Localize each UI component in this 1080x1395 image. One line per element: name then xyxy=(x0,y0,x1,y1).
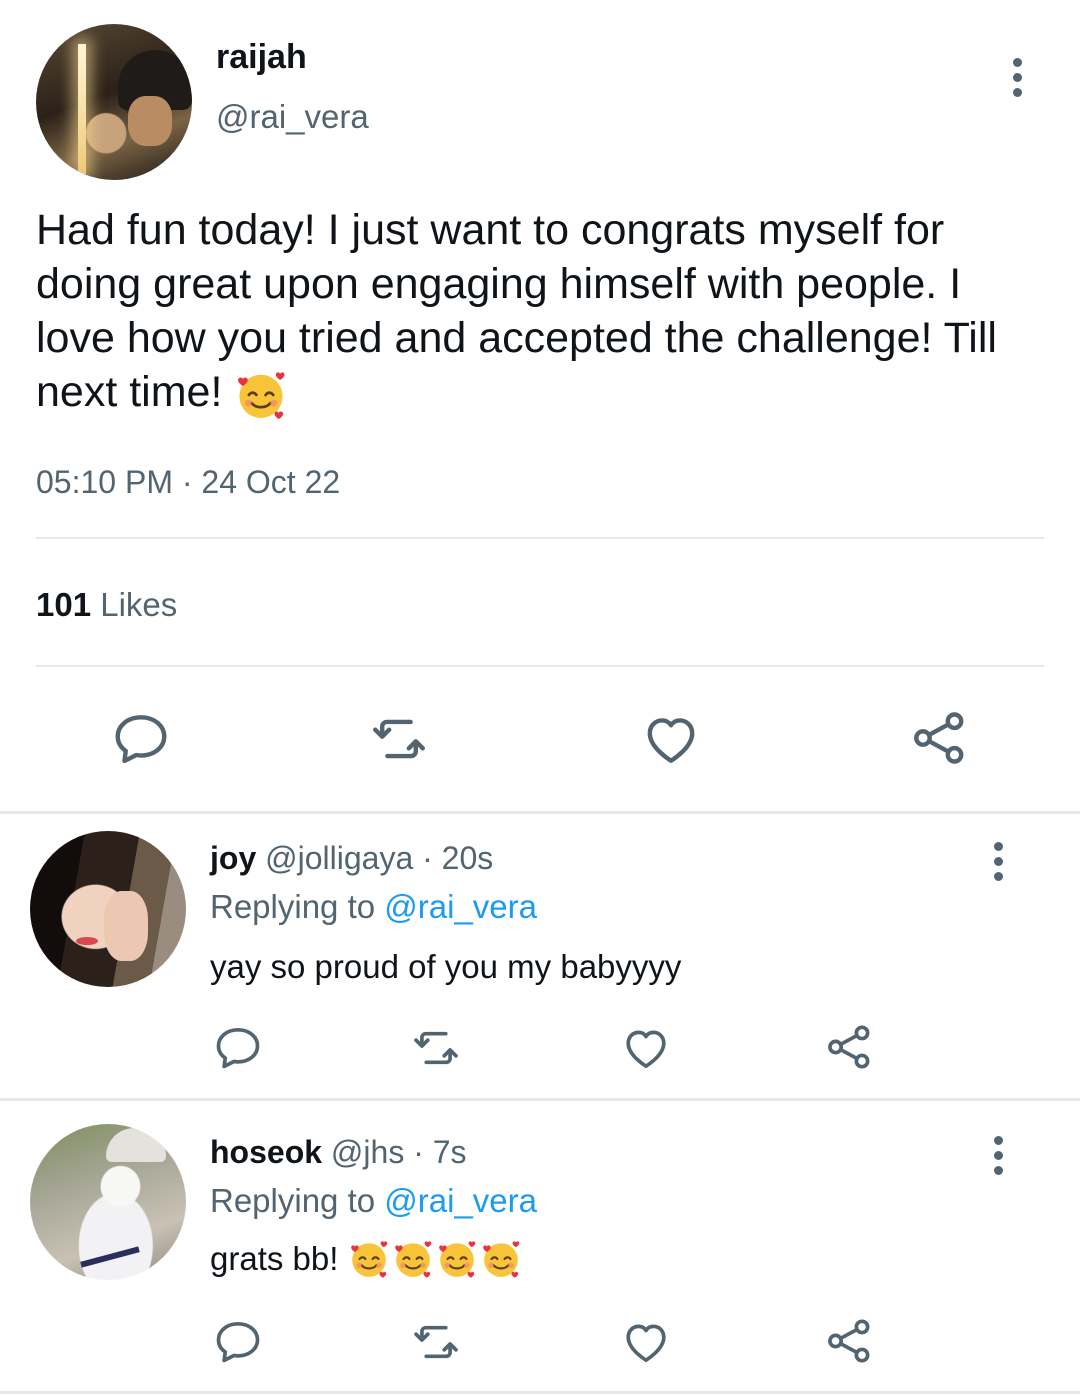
heart-outline-icon xyxy=(640,708,702,770)
avatar-photo-detail xyxy=(76,937,98,945)
tweet-body: Had fun today! I just want to congrats m… xyxy=(36,206,997,416)
share-button[interactable] xyxy=(823,1314,875,1368)
share-button[interactable] xyxy=(823,1020,875,1074)
smiling-face-with-hearts-icon xyxy=(392,1238,434,1280)
reply-time: · 7s xyxy=(413,1134,467,1170)
like-button[interactable] xyxy=(640,708,702,770)
like-button[interactable] xyxy=(620,1022,672,1074)
reply-author-name[interactable]: hoseok xyxy=(210,1134,322,1170)
likes-count[interactable]: 101 Likes xyxy=(36,586,177,624)
retweet-button[interactable] xyxy=(368,708,430,770)
speech-bubble-icon xyxy=(110,708,172,770)
reply-header: hoseok @jhs · 7s xyxy=(210,1134,467,1171)
author-display-name[interactable]: raijah xyxy=(216,38,307,77)
reply-button[interactable] xyxy=(110,708,172,770)
tweet-timestamp[interactable]: 05:10 PM · 24 Oct 22 xyxy=(36,464,340,501)
reply-avatar[interactable] xyxy=(30,831,186,987)
heart-outline-icon xyxy=(620,1022,672,1074)
reply-author-handle[interactable]: @jolligaya xyxy=(265,840,413,876)
speech-bubble-icon xyxy=(212,1316,264,1368)
replying-to: Replying to @rai_vera xyxy=(210,1182,537,1220)
reply-avatar[interactable] xyxy=(30,1124,186,1280)
divider xyxy=(0,1391,1080,1394)
more-options-icon[interactable] xyxy=(993,842,1003,881)
retweet-arrows-icon xyxy=(410,1316,462,1368)
reply-time: · 20s xyxy=(422,840,494,876)
reply-author-name[interactable]: joy xyxy=(210,840,256,876)
replying-to-mention[interactable]: @rai_vera xyxy=(384,1182,537,1219)
tweet-text: Had fun today! I just want to congrats m… xyxy=(36,203,1046,422)
avatar-photo-detail xyxy=(106,1128,166,1162)
avatar-photo-detail xyxy=(80,1246,140,1268)
share-nodes-icon xyxy=(908,706,970,770)
share-nodes-icon xyxy=(823,1020,875,1074)
like-button[interactable] xyxy=(620,1316,672,1368)
divider xyxy=(0,1098,1080,1101)
reply-body: grats bb! xyxy=(210,1240,339,1277)
avatar-photo-detail xyxy=(104,891,148,961)
smiling-face-with-hearts-icon xyxy=(480,1238,522,1280)
likes-label: Likes xyxy=(100,586,178,623)
reply-author-handle[interactable]: @jhs xyxy=(331,1134,404,1170)
reply-header: joy @jolligaya · 20s xyxy=(210,840,493,877)
retweet-arrows-icon xyxy=(368,708,430,770)
reply-button[interactable] xyxy=(212,1316,264,1368)
smiling-face-with-hearts-icon xyxy=(234,368,288,422)
share-button[interactable] xyxy=(908,706,970,770)
reply-text: yay so proud of you my babyyyy xyxy=(210,948,682,985)
heart-outline-icon xyxy=(620,1316,672,1368)
avatar-photo-detail xyxy=(78,44,86,174)
retweet-button[interactable] xyxy=(410,1316,462,1368)
retweet-arrows-icon xyxy=(410,1022,462,1074)
replying-to-mention[interactable]: @rai_vera xyxy=(384,888,537,925)
smiling-face-with-hearts-icon xyxy=(348,1238,390,1280)
likes-number: 101 xyxy=(36,586,92,623)
replying-to-label: Replying to xyxy=(210,1182,376,1219)
replying-to: Replying to @rai_vera xyxy=(210,888,537,926)
divider xyxy=(36,665,1044,667)
more-options-icon[interactable] xyxy=(993,1136,1003,1175)
more-options-icon[interactable] xyxy=(1012,58,1022,97)
divider xyxy=(0,811,1080,814)
smiling-face-with-hearts-icon xyxy=(436,1238,478,1280)
speech-bubble-icon xyxy=(212,1022,264,1074)
author-handle[interactable]: @rai_vera xyxy=(216,98,369,136)
share-nodes-icon xyxy=(823,1314,875,1368)
reply-text: grats bb! xyxy=(210,1238,522,1280)
avatar-photo-detail xyxy=(128,96,172,146)
author-avatar[interactable] xyxy=(36,24,192,180)
reply-button[interactable] xyxy=(212,1022,264,1074)
retweet-button[interactable] xyxy=(410,1022,462,1074)
replying-to-label: Replying to xyxy=(210,888,376,925)
divider xyxy=(36,537,1044,539)
